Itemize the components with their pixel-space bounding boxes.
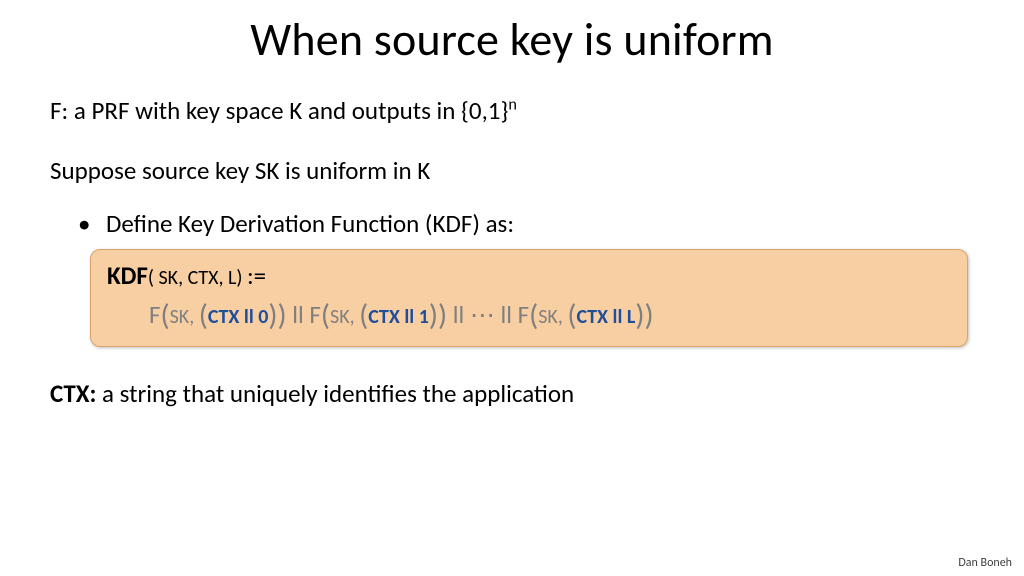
formula-box: KDF( SK, CTX, L) := F(SK, (CTX ll 0)) ll… — [90, 249, 968, 347]
concat-op: ll — [287, 299, 310, 330]
f-label: F — [518, 299, 530, 330]
dots: ⋯ — [470, 299, 495, 330]
line-f-text: F: a PRF with key space K and outputs in… — [50, 95, 508, 126]
spacer — [50, 347, 974, 377]
author-credit: Dan Boneh — [958, 556, 1012, 570]
slide: When source key is uniform F: a PRF with… — [0, 0, 1024, 576]
f-label: F — [309, 299, 321, 330]
open-paren: ( — [529, 297, 538, 334]
ctx-label: CTX: — [50, 378, 96, 409]
kdf-label: KDF — [107, 260, 148, 291]
definition-f: F: a PRF with key space K and outputs in… — [50, 94, 974, 128]
open-paren: ( — [359, 297, 368, 334]
close-paren: ) — [438, 297, 447, 334]
kdf-args: ( SK, CTX, L) — [148, 266, 247, 290]
ctx-l: CTX ll L — [576, 305, 635, 329]
concat-op: ll — [447, 299, 470, 330]
spacer — [50, 194, 974, 208]
close-paren: ) — [429, 297, 438, 334]
ctx-definition: CTX: a string that uniquely identifies t… — [50, 377, 974, 411]
bullet-define: Define Key Derivation Function (KDF) as: — [50, 208, 974, 239]
sk-arg: SK, — [538, 305, 567, 329]
f-label: F — [149, 299, 161, 330]
close-paren: ) — [278, 297, 287, 334]
ctx-desc: a string that uniquely identifies the ap… — [96, 378, 574, 409]
line-f-sup: n — [508, 96, 517, 115]
open-paren: ( — [321, 297, 330, 334]
formula-body: F(SK, (CTX ll 0)) ll F(SK, (CTX ll 1)) l… — [107, 295, 951, 332]
line-suppose: Suppose source key SK is uniform in K — [50, 154, 974, 188]
slide-title: When source key is uniform — [50, 12, 974, 68]
close-paren: ) — [644, 297, 653, 334]
concat-op: ll — [495, 299, 518, 330]
ctx-0: CTX ll 0 — [208, 305, 269, 329]
open-paren: ( — [199, 297, 208, 334]
close-paren: ) — [268, 297, 277, 334]
spacer — [50, 134, 974, 154]
sk-arg: SK, — [170, 305, 199, 329]
assign-op: := — [247, 260, 266, 291]
open-paren: ( — [161, 297, 170, 334]
formula-header: KDF( SK, CTX, L) := — [107, 260, 951, 291]
sk-arg: SK, — [330, 305, 359, 329]
open-paren: ( — [567, 297, 576, 334]
ctx-1: CTX ll 1 — [368, 305, 429, 329]
